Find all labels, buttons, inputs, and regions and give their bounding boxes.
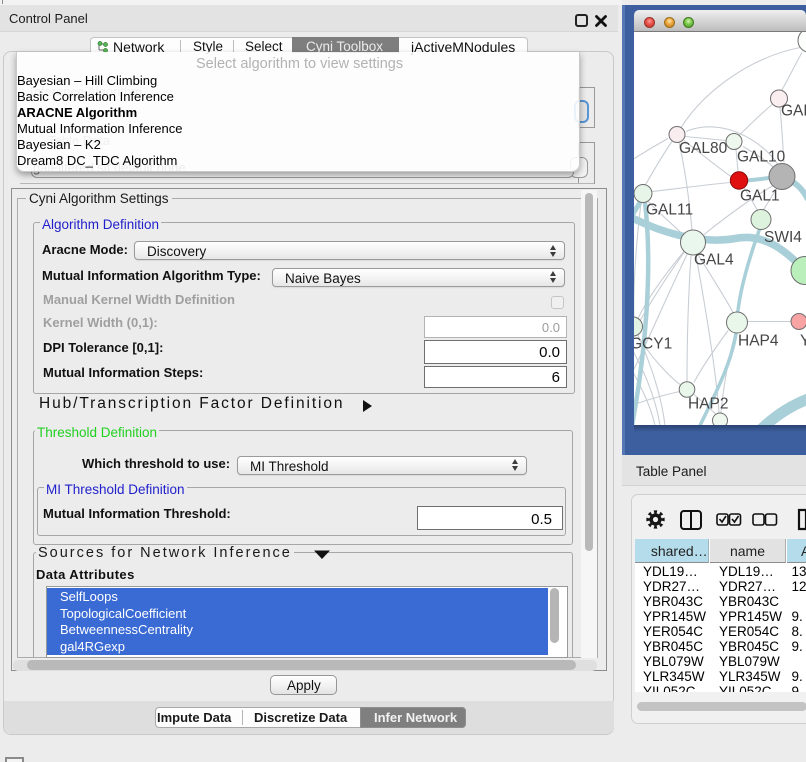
svg-text:SWI4: SWI4: [764, 229, 802, 246]
svg-text:GAL10: GAL10: [737, 148, 786, 165]
svg-text:HAP2: HAP2: [688, 395, 729, 412]
svg-text:GAL4: GAL4: [694, 251, 734, 268]
svg-text:GAL11: GAL11: [646, 201, 693, 218]
svg-text:HAP4: HAP4: [738, 332, 779, 349]
svg-text:Y: Y: [800, 332, 806, 349]
svg-text:GAL: GAL: [781, 102, 806, 119]
svg-text:GCY1: GCY1: [634, 335, 672, 352]
svg-text:GAL1: GAL1: [740, 187, 780, 204]
svg-text:GAL80: GAL80: [679, 140, 728, 157]
